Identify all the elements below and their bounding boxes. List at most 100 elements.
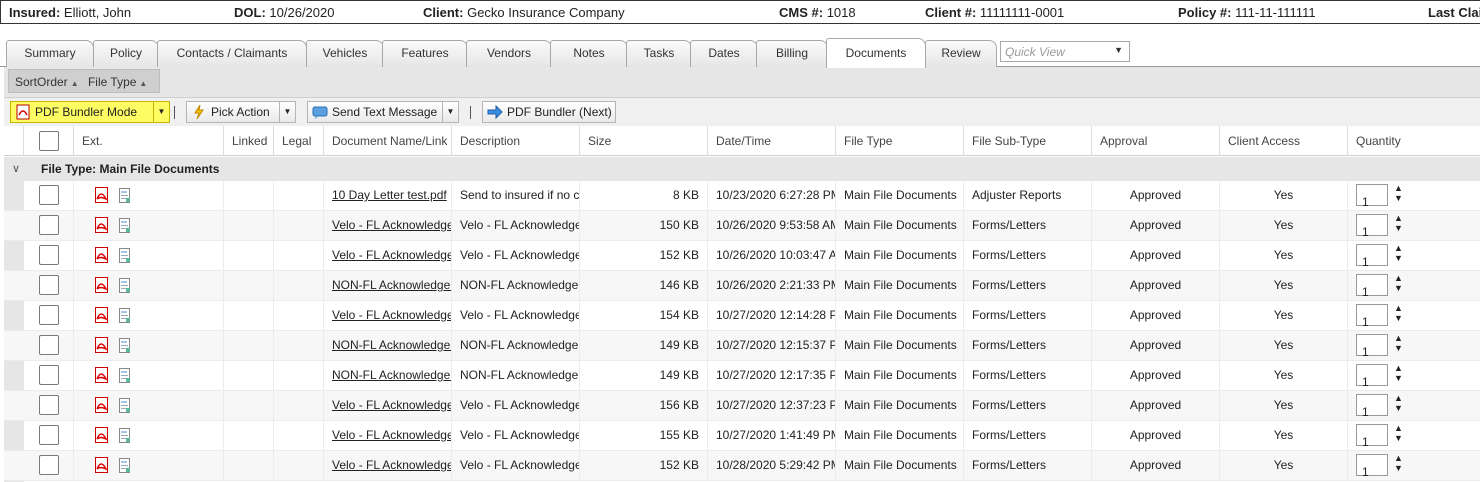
column-header-file-sub-type[interactable]: File Sub-Type xyxy=(964,126,1092,156)
tab-dates[interactable]: Dates xyxy=(690,40,758,67)
row-checkbox[interactable] xyxy=(39,335,59,355)
document-name-link[interactable]: Velo - FL Acknowledge xyxy=(324,241,452,270)
pdf-icon[interactable] xyxy=(94,366,110,390)
column-header-document-name[interactable]: Document Name/Link xyxy=(324,126,452,156)
row-checkbox[interactable] xyxy=(39,215,59,235)
column-header-description[interactable]: Description xyxy=(452,126,580,156)
pdf-icon[interactable] xyxy=(94,216,110,240)
tab-tasks[interactable]: Tasks xyxy=(626,40,692,67)
tab-summary[interactable]: Summary xyxy=(6,40,94,67)
table-row[interactable]: NON-FL Acknowledger NON-FL Acknowledger 14… xyxy=(4,271,1480,301)
document-preview-icon[interactable] xyxy=(118,216,132,240)
quantity-stepper-icon[interactable]: ▲ ▼ xyxy=(1394,453,1403,473)
document-name-link[interactable]: Velo - FL Acknowledge xyxy=(324,391,452,420)
table-row[interactable]: Velo - FL Acknowledge Velo - FL Acknowled… xyxy=(4,241,1480,271)
quantity-stepper-icon[interactable]: ▲ ▼ xyxy=(1394,363,1403,383)
row-checkbox[interactable] xyxy=(39,185,59,205)
quantity-stepper-icon[interactable]: ▲ ▼ xyxy=(1394,303,1403,323)
document-preview-icon[interactable] xyxy=(118,426,132,450)
table-row[interactable]: NON-FL Acknowledger NON-FL Acknowledger 14… xyxy=(4,361,1480,391)
row-checkbox[interactable] xyxy=(39,245,59,265)
table-row[interactable]: NON-FL Acknowledger NON-FL Acknowledger 14… xyxy=(4,331,1480,361)
column-header-linked[interactable]: Linked xyxy=(224,126,274,156)
column-header-date-time[interactable]: Date/Time xyxy=(708,126,836,156)
pdf-icon[interactable] xyxy=(94,246,110,270)
tab-contacts-claimants[interactable]: Contacts / Claimants xyxy=(157,40,307,67)
quantity-stepper-icon[interactable]: ▲ ▼ xyxy=(1394,423,1403,443)
table-row[interactable]: Velo - FL Acknowledge Velo - FL Acknowled… xyxy=(4,391,1480,421)
pdf-icon[interactable] xyxy=(94,426,110,450)
table-row[interactable]: 10 Day Letter test.pdf Send to insured if… xyxy=(4,181,1480,211)
table-row[interactable]: Velo - FL Acknowledge Velo - FL Acknowled… xyxy=(4,301,1480,331)
tab-features[interactable]: Features xyxy=(382,40,468,67)
column-header-client-access[interactable]: Client Access xyxy=(1220,126,1348,156)
quantity-input[interactable]: 1 xyxy=(1356,454,1388,479)
chevron-down-icon[interactable]: ▼ xyxy=(442,102,458,122)
document-name-link[interactable]: NON-FL Acknowledger xyxy=(324,361,452,390)
row-checkbox[interactable] xyxy=(39,395,59,415)
quantity-input[interactable]: 1 xyxy=(1356,424,1388,449)
document-name-link[interactable]: Velo - FL Acknowledge xyxy=(324,421,452,450)
row-checkbox[interactable] xyxy=(39,455,59,475)
column-header-size[interactable]: Size xyxy=(580,126,708,156)
quantity-input[interactable]: 1 xyxy=(1356,274,1388,299)
tab-documents[interactable]: Documents xyxy=(826,38,926,68)
table-row[interactable]: Velo - FL Acknowledge Velo - FL Acknowled… xyxy=(4,451,1480,481)
tab-policy[interactable]: Policy xyxy=(93,40,159,67)
quantity-input[interactable]: 1 xyxy=(1356,394,1388,419)
quantity-stepper-icon[interactable]: ▲ ▼ xyxy=(1394,273,1403,293)
collapse-chevron-icon[interactable]: ∨ xyxy=(12,157,20,181)
quantity-input[interactable]: 1 xyxy=(1356,364,1388,389)
pdf-icon[interactable] xyxy=(94,276,110,300)
pdf-icon[interactable] xyxy=(94,396,110,420)
tab-billing[interactable]: Billing xyxy=(756,40,828,67)
pick-action-button[interactable]: Pick Action ▼ xyxy=(186,101,296,123)
tab-notes[interactable]: Notes xyxy=(550,40,628,67)
column-header-quantity[interactable]: Quantity xyxy=(1348,126,1480,156)
quantity-stepper-icon[interactable]: ▲ ▼ xyxy=(1394,213,1403,233)
chevron-down-icon[interactable]: ▼ xyxy=(1114,45,1123,55)
tab-review[interactable]: Review xyxy=(925,40,997,67)
quantity-input[interactable]: 1 xyxy=(1356,214,1388,239)
quick-view-dropdown[interactable]: Quick View ▼ xyxy=(1000,41,1130,62)
sort-chip[interactable]: SortOrder ▲ File Type ▲ xyxy=(8,69,161,93)
document-preview-icon[interactable] xyxy=(118,456,132,480)
document-name-link[interactable]: Velo - FL Acknowledge xyxy=(324,211,452,240)
pdf-bundler-mode-button[interactable]: PDF Bundler Mode ▼ xyxy=(10,101,170,123)
quantity-input[interactable]: 1 xyxy=(1356,334,1388,359)
document-preview-icon[interactable] xyxy=(118,186,132,210)
quantity-stepper-icon[interactable]: ▲ ▼ xyxy=(1394,243,1403,263)
document-name-link[interactable]: NON-FL Acknowledger xyxy=(324,271,452,300)
quantity-input[interactable]: 1 xyxy=(1356,304,1388,329)
pdf-icon[interactable] xyxy=(94,456,110,480)
quantity-stepper-icon[interactable]: ▲ ▼ xyxy=(1394,183,1403,203)
pdf-icon[interactable] xyxy=(94,306,110,330)
pdf-icon[interactable] xyxy=(94,186,110,210)
document-preview-icon[interactable] xyxy=(118,366,132,390)
chevron-down-icon[interactable]: ▼ xyxy=(279,102,295,122)
document-name-link[interactable]: Velo - FL Acknowledge xyxy=(324,301,452,330)
document-name-link[interactable]: Velo - FL Acknowledge xyxy=(324,451,452,480)
column-header-approval[interactable]: Approval xyxy=(1092,126,1220,156)
quantity-input[interactable]: 1 xyxy=(1356,244,1388,269)
group-row[interactable]: ∨ File Type: Main File Documents xyxy=(4,157,1480,181)
quantity-stepper-icon[interactable]: ▲ ▼ xyxy=(1394,393,1403,413)
row-checkbox[interactable] xyxy=(39,365,59,385)
document-preview-icon[interactable] xyxy=(118,246,132,270)
select-all-checkbox[interactable] xyxy=(39,131,59,151)
document-preview-icon[interactable] xyxy=(118,306,132,330)
sort-order-label[interactable]: SortOrder xyxy=(15,75,68,89)
row-checkbox[interactable] xyxy=(39,425,59,445)
column-header-ext[interactable]: Ext. xyxy=(74,126,224,156)
table-row[interactable]: Velo - FL Acknowledge Velo - FL Acknowled… xyxy=(4,211,1480,241)
document-preview-icon[interactable] xyxy=(118,396,132,420)
tab-vehicles[interactable]: Vehicles xyxy=(306,40,384,67)
document-preview-icon[interactable] xyxy=(118,276,132,300)
row-checkbox[interactable] xyxy=(39,275,59,295)
document-name-link[interactable]: NON-FL Acknowledger xyxy=(324,331,452,360)
send-text-message-button[interactable]: Send Text Message ▼ xyxy=(307,101,459,123)
file-type-sort-label[interactable]: File Type xyxy=(88,75,136,89)
document-name-link[interactable]: 10 Day Letter test.pdf xyxy=(324,181,452,210)
column-header-file-type[interactable]: File Type xyxy=(836,126,964,156)
quantity-input[interactable]: 1 xyxy=(1356,184,1388,209)
